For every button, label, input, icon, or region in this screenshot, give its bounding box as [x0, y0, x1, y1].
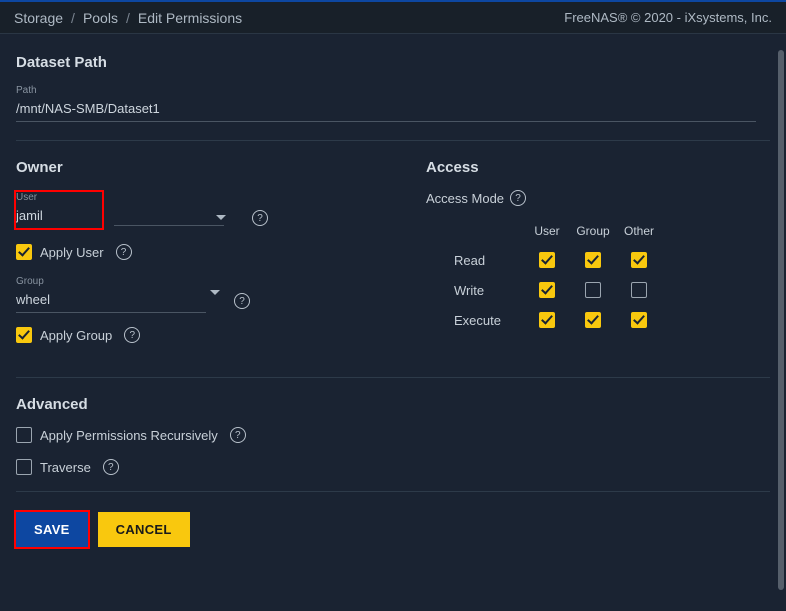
- cancel-button[interactable]: CANCEL: [98, 512, 190, 547]
- perm-read-group[interactable]: [585, 252, 601, 268]
- user-field-highlight: User: [14, 190, 104, 230]
- breadcrumb-edit-permissions: Edit Permissions: [138, 10, 242, 26]
- help-icon[interactable]: [252, 210, 268, 226]
- breadcrumb: Storage / Pools / Edit Permissions: [14, 10, 242, 26]
- user-select[interactable]: [16, 205, 96, 228]
- breadcrumb-pools[interactable]: Pools: [83, 10, 118, 26]
- perm-row-write: Write: [454, 283, 524, 298]
- perm-write-user[interactable]: [539, 282, 555, 298]
- perm-execute-other[interactable]: [631, 312, 647, 328]
- help-icon[interactable]: [116, 244, 132, 260]
- top-bar: Storage / Pools / Edit Permissions FreeN…: [0, 0, 786, 34]
- perm-row-execute: Execute: [454, 313, 524, 328]
- apply-recursive-label: Apply Permissions Recursively: [40, 428, 218, 443]
- chevron-down-icon[interactable]: [210, 290, 220, 295]
- group-select[interactable]: [16, 289, 206, 313]
- advanced-title: Advanced: [16, 396, 770, 413]
- dataset-path-title: Dataset Path: [16, 54, 770, 71]
- path-input[interactable]: [16, 98, 756, 122]
- perm-read-other[interactable]: [631, 252, 647, 268]
- apply-group-checkbox[interactable]: [16, 327, 32, 343]
- user-label: User: [16, 192, 96, 203]
- help-icon[interactable]: [230, 427, 246, 443]
- copyright-text: FreeNAS® © 2020 - iXsystems, Inc.: [564, 10, 772, 25]
- perm-write-other[interactable]: [631, 282, 647, 298]
- perm-col-group: Group: [570, 224, 616, 238]
- perm-write-group[interactable]: [585, 282, 601, 298]
- save-button[interactable]: SAVE: [16, 512, 88, 547]
- perm-read-user[interactable]: [539, 252, 555, 268]
- access-mode-label: Access Mode: [426, 191, 504, 206]
- access-title: Access: [426, 159, 770, 176]
- apply-recursive-checkbox[interactable]: [16, 427, 32, 443]
- apply-user-checkbox[interactable]: [16, 244, 32, 260]
- help-icon[interactable]: [124, 327, 140, 343]
- perm-execute-user[interactable]: [539, 312, 555, 328]
- chevron-down-icon[interactable]: [216, 215, 226, 220]
- section-divider: [16, 491, 770, 492]
- section-divider: [16, 140, 770, 141]
- permission-grid: User Group Other Read Write Execute: [454, 224, 770, 328]
- apply-group-label: Apply Group: [40, 328, 112, 343]
- traverse-label: Traverse: [40, 460, 91, 475]
- traverse-checkbox[interactable]: [16, 459, 32, 475]
- perm-row-read: Read: [454, 253, 524, 268]
- breadcrumb-storage[interactable]: Storage: [14, 10, 63, 26]
- breadcrumb-sep: /: [71, 10, 75, 26]
- path-label: Path: [16, 85, 756, 96]
- group-label: Group: [16, 276, 206, 287]
- owner-title: Owner: [16, 159, 386, 176]
- scrollbar[interactable]: [778, 50, 784, 590]
- help-icon[interactable]: [510, 190, 526, 206]
- help-icon[interactable]: [103, 459, 119, 475]
- perm-execute-group[interactable]: [585, 312, 601, 328]
- main-content: Dataset Path Path Owner User: [0, 34, 786, 611]
- perm-col-user: User: [524, 224, 570, 238]
- apply-user-label: Apply User: [40, 245, 104, 260]
- perm-col-other: Other: [616, 224, 662, 238]
- help-icon[interactable]: [234, 293, 250, 309]
- section-divider: [16, 377, 770, 378]
- breadcrumb-sep: /: [126, 10, 130, 26]
